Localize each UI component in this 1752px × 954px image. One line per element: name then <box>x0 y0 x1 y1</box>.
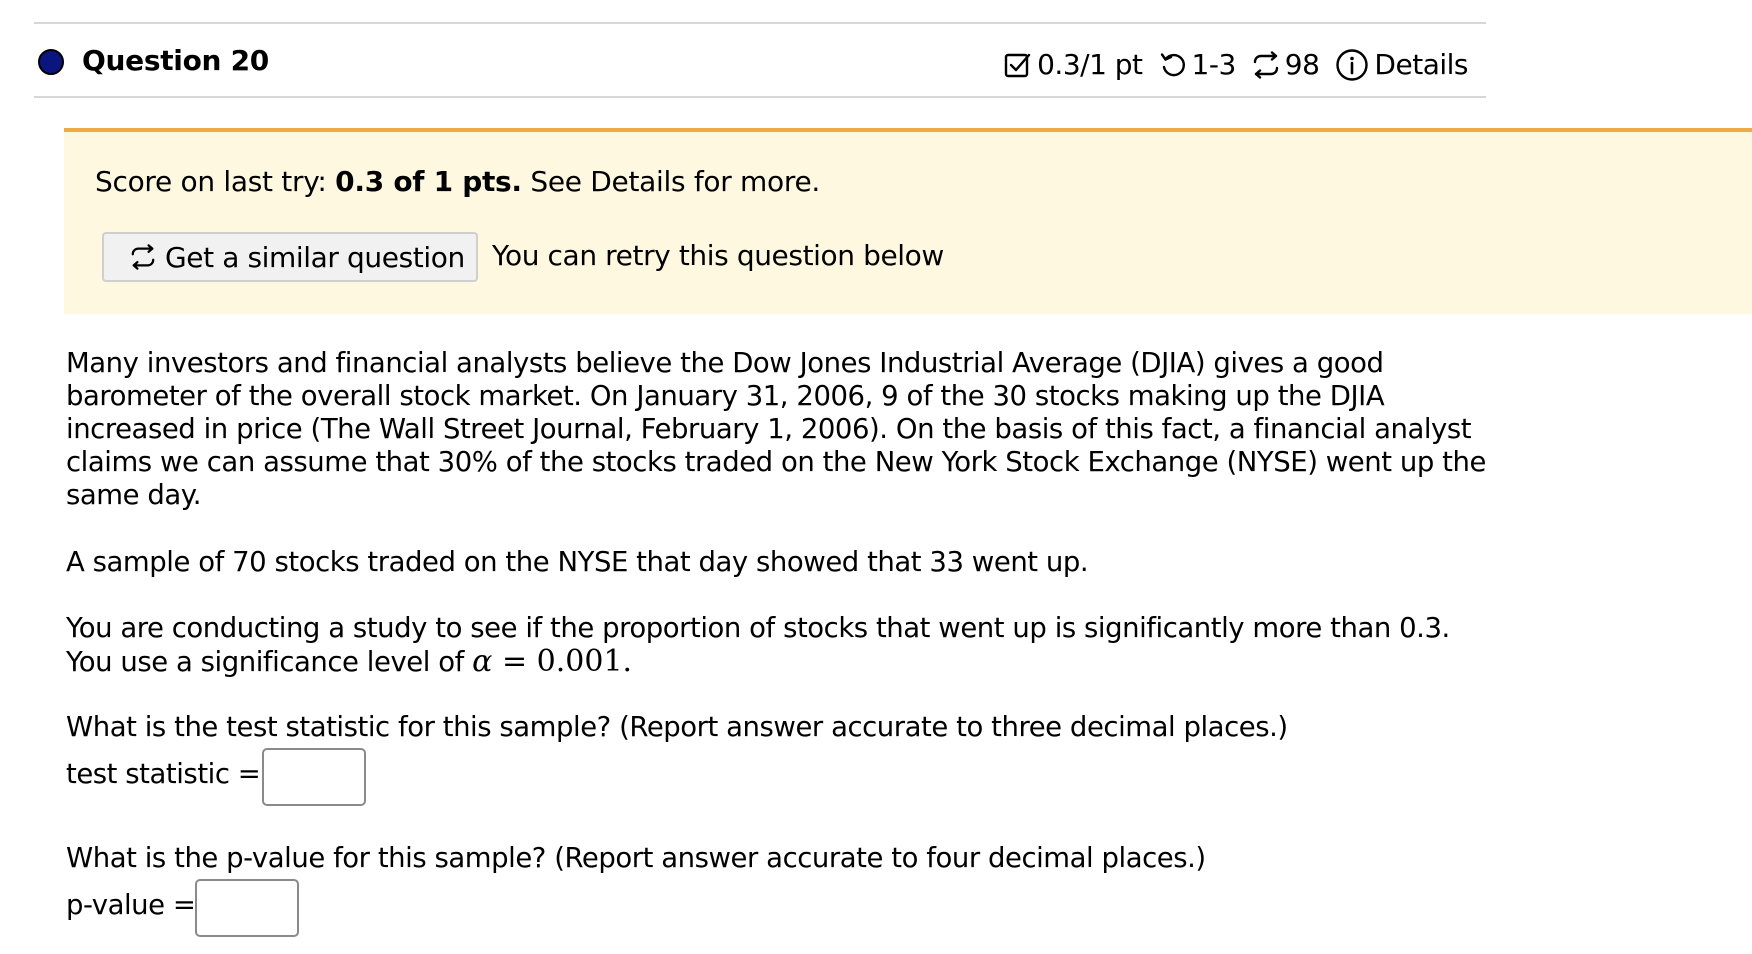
question-header: Question 20 0.3/1 pt 1-3 98 Details <box>34 22 1486 98</box>
problem-line: same day. <box>66 479 201 511</box>
problem-line: Many investors and financial analysts be… <box>66 347 1384 379</box>
score-summary: Score on last try: 0.3 of 1 pts. See Det… <box>95 164 820 200</box>
significance-line: You use a significance level of α = 0.00… <box>66 645 1450 679</box>
get-similar-question-button[interactable]: Get a similar question <box>102 232 478 282</box>
details-link[interactable]: Details <box>1374 48 1468 82</box>
p-value-question: What is the p-value for this sample? (Re… <box>66 842 1206 874</box>
similar-question-icon <box>131 244 155 270</box>
p-value-input[interactable] <box>195 879 299 937</box>
similar-count: 98 <box>1284 48 1320 81</box>
info-icon[interactable] <box>1335 48 1369 82</box>
significance-prefix: You use a significance level of <box>66 646 464 678</box>
problem-line: barometer of the overall stock market. O… <box>66 380 1385 412</box>
retry-icon <box>1159 51 1187 79</box>
similar-button-label: Get a similar question <box>165 240 465 274</box>
test-statistic-question: What is the test statistic for this samp… <box>66 711 1288 743</box>
problem-statement: Many investors and financial analysts be… <box>66 347 1486 512</box>
test-statistic-input[interactable] <box>262 748 366 806</box>
problem-line: claims we can assume that 30% of the sto… <box>66 446 1486 478</box>
alpha-value: 0.001. <box>536 644 633 679</box>
study-line: You are conducting a study to see if the… <box>66 612 1450 644</box>
score-value: 0.3 of 1 pts. <box>335 165 522 198</box>
test-statistic-label: test statistic = <box>66 758 261 790</box>
alpha-symbol: α <box>472 644 493 679</box>
question-title: Question 20 <box>82 44 269 77</box>
score-prefix: Score on last try: <box>95 165 327 198</box>
question-meta: 0.3/1 pt 1-3 98 Details <box>1004 45 1468 85</box>
p-value-label: p-value = <box>66 889 196 921</box>
study-description: You are conducting a study to see if the… <box>66 612 1450 679</box>
score-suffix: See Details for more. <box>530 165 820 198</box>
attempts-count: 1-3 <box>1191 48 1237 81</box>
problem-line: increased in price (The Wall Street Jour… <box>66 413 1472 445</box>
checkbox-icon <box>1004 51 1032 79</box>
alpha-expression: α = 0.001. <box>472 644 632 679</box>
similar-question-icon <box>1252 51 1280 79</box>
score-points: 0.3/1 pt <box>1037 48 1143 81</box>
sample-description: A sample of 70 stocks traded on the NYSE… <box>66 546 1089 578</box>
score-banner: Score on last try: 0.3 of 1 pts. See Det… <box>64 128 1752 314</box>
alpha-equals: = <box>501 644 528 679</box>
question-status-dot <box>38 49 64 75</box>
retry-note: You can retry this question below <box>492 239 944 272</box>
